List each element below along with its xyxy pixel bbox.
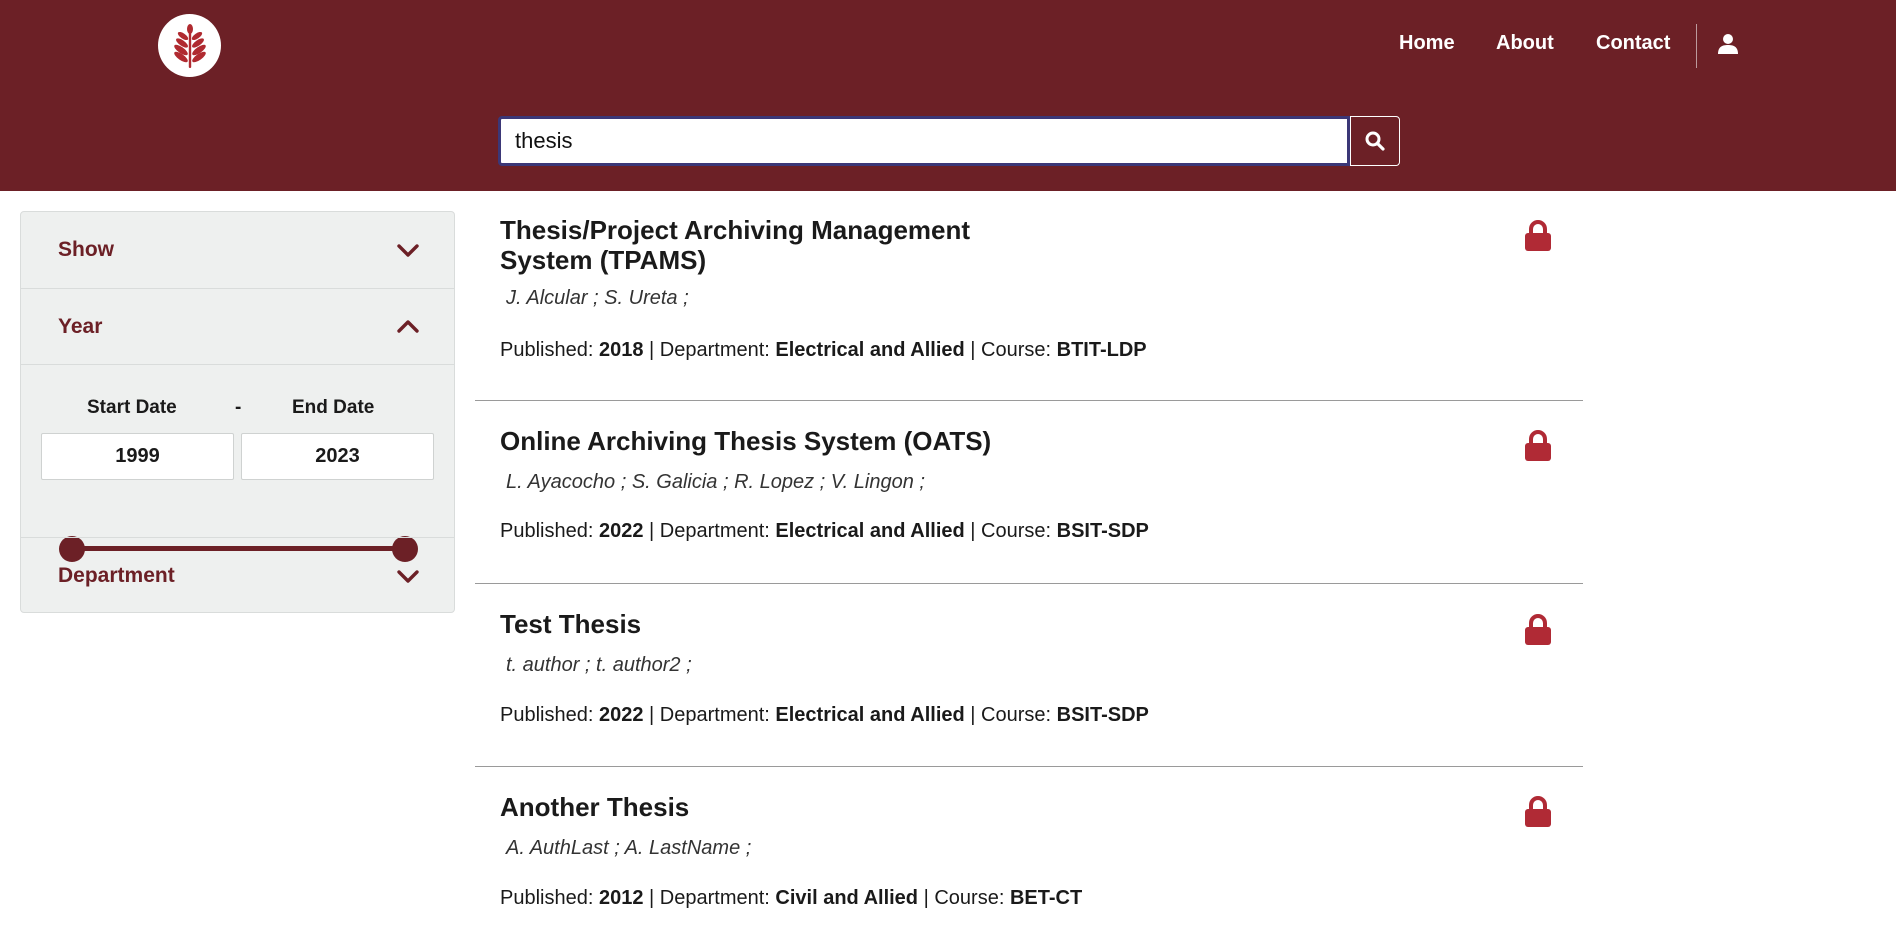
result-divider — [475, 400, 1583, 401]
filter-show-label: Show — [58, 238, 114, 261]
lock-icon — [1525, 220, 1551, 251]
department-value: Electrical and Allied — [775, 704, 965, 726]
nav-home[interactable]: Home — [1399, 32, 1455, 55]
department-value: Electrical and Allied — [775, 339, 965, 361]
result-title[interactable]: Online Archiving Thesis System (OATS) — [500, 426, 1060, 456]
filter-department-toggle[interactable]: Department — [21, 538, 454, 614]
user-account-button[interactable] — [1716, 30, 1740, 58]
lock-icon — [1525, 430, 1551, 461]
published-label: Published: — [500, 887, 594, 909]
user-icon — [1718, 34, 1738, 54]
published-label: Published: — [500, 339, 594, 361]
result-meta: Published: 2022 | Department: Electrical… — [500, 520, 1149, 543]
end-date-input[interactable] — [241, 433, 434, 480]
course-value: BET-CT — [1009, 887, 1083, 909]
top-header: Home About Contact — [0, 0, 1896, 191]
result-meta: Published: 2018 | Department: Electrical… — [500, 339, 1147, 362]
chevron-down-icon — [397, 570, 419, 583]
search-bar — [498, 116, 1400, 166]
result-authors: J. Alcular ; S. Ureta ; — [506, 287, 689, 309]
course-label: | Course: — [970, 520, 1052, 542]
department-label: | Department: — [649, 520, 770, 542]
lock-icon — [1525, 614, 1551, 645]
result-title[interactable]: Another Thesis — [500, 792, 1060, 822]
course-value: BSIT-SDP — [1056, 520, 1149, 542]
course-label: | Course: — [970, 339, 1052, 361]
published-year: 2012 — [598, 887, 644, 909]
course-label: | Course: — [970, 704, 1052, 726]
filter-year-toggle[interactable]: Year — [21, 289, 454, 365]
year-filter-panel: Start Date - End Date — [21, 365, 454, 537]
department-label: | Department: — [649, 887, 770, 909]
search-icon — [1365, 131, 1385, 151]
filter-show-toggle[interactable]: Show — [21, 212, 454, 288]
date-range-dash: - — [235, 397, 242, 418]
course-label: | Course: — [923, 887, 1005, 909]
department-label: | Department: — [649, 704, 770, 726]
result-title[interactable]: Thesis/Project Archiving Management Syst… — [500, 215, 1060, 275]
chevron-up-icon — [397, 320, 419, 333]
filter-department-label: Department — [58, 564, 175, 587]
nav-contact[interactable]: Contact — [1596, 32, 1670, 55]
result-authors: A. AuthLast ; A. LastName ; — [506, 837, 752, 859]
nav-about[interactable]: About — [1496, 32, 1554, 55]
result-divider — [475, 766, 1583, 767]
course-value: BTIT-LDP — [1056, 339, 1147, 361]
result-authors: L. Ayacocho ; S. Galicia ; R. Lopez ; V.… — [506, 471, 925, 493]
search-button[interactable] — [1350, 116, 1400, 166]
published-year: 2022 — [598, 520, 644, 542]
published-label: Published: — [500, 704, 594, 726]
result-authors: t. author ; t. author2 ; — [506, 654, 692, 676]
department-value: Electrical and Allied — [775, 520, 965, 542]
published-label: Published: — [500, 520, 594, 542]
result-divider — [475, 583, 1583, 584]
end-date-label: End Date — [292, 397, 375, 418]
filter-sidebar: Show Year Start Date - End Date Departme… — [20, 211, 455, 613]
published-year: 2022 — [598, 704, 644, 726]
course-value: BSIT-SDP — [1056, 704, 1149, 726]
result-meta: Published: 2022 | Department: Electrical… — [500, 704, 1149, 727]
result-title[interactable]: Test Thesis — [500, 609, 1060, 639]
start-date-label: Start Date — [87, 397, 177, 418]
lock-icon — [1525, 796, 1551, 827]
leaf-logo-icon — [173, 23, 206, 68]
result-meta: Published: 2012 | Department: Civil and … — [500, 887, 1082, 910]
filter-year-label: Year — [58, 315, 103, 338]
published-year: 2018 — [598, 339, 644, 361]
department-value: Civil and Allied — [775, 887, 919, 909]
nav-divider — [1696, 24, 1697, 68]
chevron-down-icon — [397, 244, 419, 257]
search-input[interactable] — [498, 116, 1350, 166]
department-label: | Department: — [649, 339, 770, 361]
start-date-input[interactable] — [41, 433, 234, 480]
site-logo[interactable] — [158, 14, 221, 77]
